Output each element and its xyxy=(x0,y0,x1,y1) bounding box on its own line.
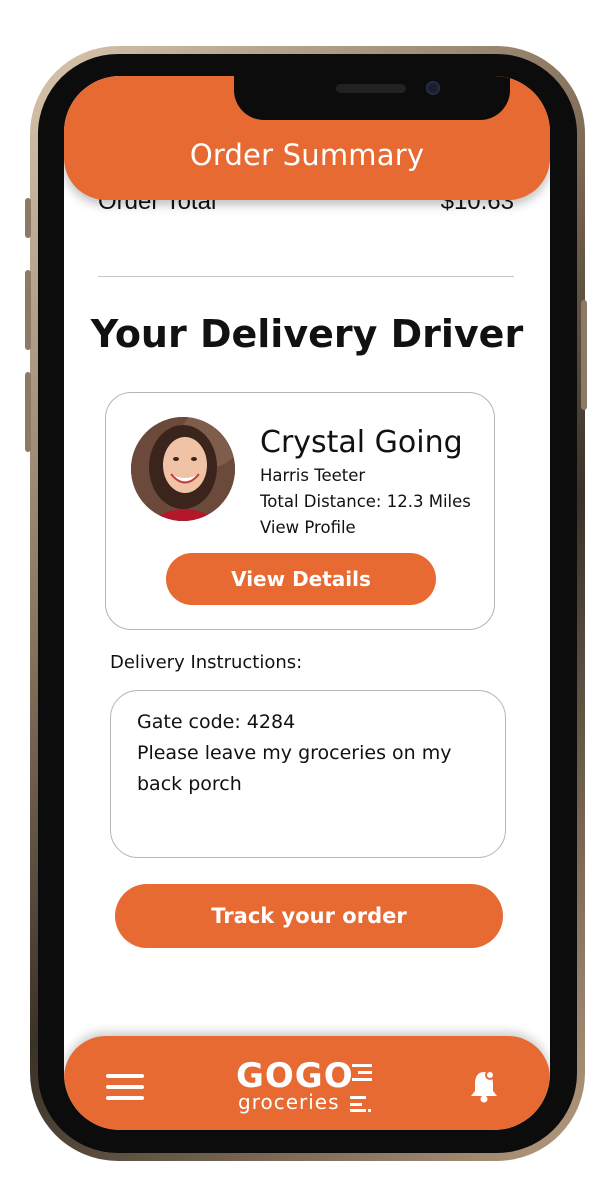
speed-lines-icon xyxy=(352,1064,372,1081)
driver-avatar[interactable] xyxy=(131,417,235,521)
divider xyxy=(98,276,514,277)
delivery-instructions-label: Delivery Instructions: xyxy=(110,652,303,673)
logo-wordmark-bottom: groceries xyxy=(238,1090,340,1114)
view-details-button[interactable]: View Details xyxy=(166,553,436,605)
bottom-navigation: GOGO groceries xyxy=(64,1036,550,1130)
delivery-instructions-textarea[interactable]: Gate code: 4284 Please leave my grocerie… xyxy=(110,690,506,858)
instruction-line: Please leave my groceries on my xyxy=(137,742,452,764)
hamburger-menu-icon[interactable] xyxy=(106,1074,144,1100)
driver-card: Crystal Going Harris Teeter Total Distan… xyxy=(105,392,495,630)
view-profile-link[interactable]: View Profile xyxy=(260,518,356,537)
app-screen: Order Summary Order Total $10.63 Your De… xyxy=(64,76,550,1130)
power-button xyxy=(581,300,587,410)
gogo-groceries-logo: GOGO groceries xyxy=(232,1056,382,1116)
track-order-button[interactable]: Track your order xyxy=(115,884,503,948)
notch xyxy=(234,76,510,120)
volume-up-button xyxy=(25,270,31,350)
driver-distance: Total Distance: 12.3 Miles xyxy=(260,492,471,511)
driver-store: Harris Teeter xyxy=(260,466,366,485)
front-camera xyxy=(426,81,440,95)
driver-name: Crystal Going xyxy=(260,425,463,460)
speed-lines-small-icon xyxy=(350,1096,371,1112)
instruction-line: back porch xyxy=(137,773,242,795)
notification-bell-icon[interactable] xyxy=(468,1068,500,1104)
driver-section-heading: Your Delivery Driver xyxy=(90,312,524,356)
speaker-grille xyxy=(336,84,406,93)
mute-switch xyxy=(25,198,31,238)
instruction-line: Gate code: 4284 xyxy=(137,711,296,733)
page-title: Order Summary xyxy=(189,138,425,172)
volume-down-button xyxy=(25,372,31,452)
